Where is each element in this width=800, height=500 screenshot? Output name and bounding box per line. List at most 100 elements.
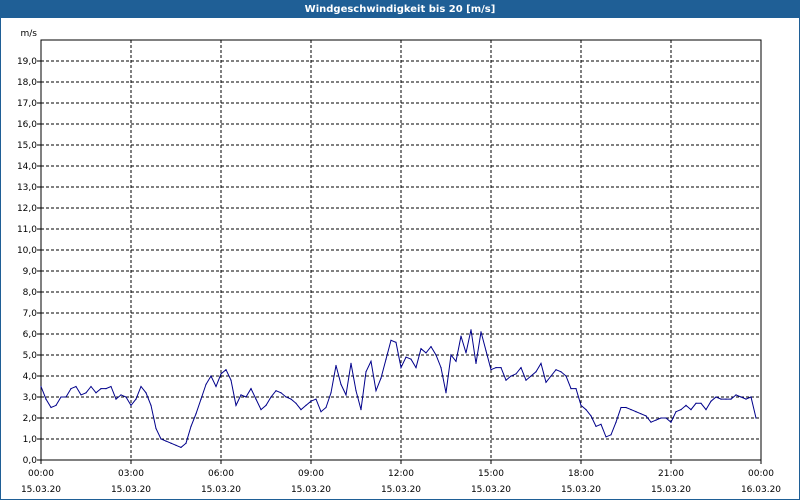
data-point xyxy=(590,415,592,417)
data-point xyxy=(55,404,57,406)
x-tick-time-label: 12:00 xyxy=(388,469,414,479)
data-point xyxy=(165,440,167,442)
y-tick-label: 18,0 xyxy=(17,78,37,88)
data-point xyxy=(120,394,122,396)
y-tick-label: 15,0 xyxy=(17,141,37,151)
data-point xyxy=(125,396,127,398)
x-tick-date-label: 15.03.20 xyxy=(21,485,61,495)
data-point xyxy=(575,388,577,390)
y-tick-label: 16,0 xyxy=(17,120,37,130)
y-tick-label: 14,0 xyxy=(17,162,37,172)
data-point xyxy=(450,354,452,356)
data-point xyxy=(755,417,757,419)
x-tick-date-label: 15.03.20 xyxy=(381,485,421,495)
y-tick-label: 1,0 xyxy=(23,435,38,445)
data-point xyxy=(70,388,72,390)
data-point xyxy=(395,341,397,343)
data-point xyxy=(40,385,42,388)
y-tick-label: 12,0 xyxy=(17,204,37,214)
data-point xyxy=(505,379,507,381)
data-point xyxy=(445,392,447,394)
data-point xyxy=(105,388,107,390)
data-point xyxy=(355,390,357,392)
data-point xyxy=(190,425,192,427)
data-point xyxy=(210,375,212,377)
data-point xyxy=(275,390,277,392)
data-point xyxy=(205,383,207,385)
data-point xyxy=(570,388,572,390)
data-point xyxy=(335,364,337,367)
data-point xyxy=(525,379,527,381)
data-point xyxy=(750,396,752,398)
y-tick-label: 4,0 xyxy=(23,372,38,382)
data-point xyxy=(650,421,652,423)
data-point xyxy=(625,406,627,409)
data-point xyxy=(170,442,172,444)
data-point xyxy=(145,392,147,394)
data-point xyxy=(700,402,702,404)
data-point xyxy=(685,404,687,406)
data-point xyxy=(415,367,417,369)
data-point xyxy=(515,373,517,375)
data-point xyxy=(680,409,682,411)
data-point xyxy=(255,398,257,400)
data-point xyxy=(200,398,202,400)
data-point xyxy=(315,398,317,400)
data-point xyxy=(735,394,737,396)
data-point xyxy=(230,379,232,381)
data-point xyxy=(605,436,607,438)
data-point xyxy=(730,398,732,400)
x-tick-date-label: 15.03.20 xyxy=(561,485,601,495)
data-point xyxy=(285,396,287,398)
data-point xyxy=(330,392,332,394)
y-axis-label: m/s xyxy=(21,29,38,39)
y-tick-label: 5,0 xyxy=(23,351,38,361)
data-point xyxy=(635,411,637,413)
x-tick-time-label: 09:00 xyxy=(298,469,324,479)
data-point xyxy=(380,377,382,379)
data-point xyxy=(85,392,87,394)
data-point xyxy=(290,398,292,400)
data-point xyxy=(45,398,47,400)
data-point xyxy=(95,392,97,394)
y-tick-label: 17,0 xyxy=(17,99,37,109)
x-tick-time-label: 06:00 xyxy=(208,469,234,479)
data-point xyxy=(300,409,302,411)
data-point xyxy=(250,388,252,390)
x-tick-date-label: 16.03.20 xyxy=(741,485,781,495)
data-point xyxy=(320,411,322,413)
data-point xyxy=(470,329,472,331)
data-point xyxy=(440,367,442,369)
data-point xyxy=(410,358,412,360)
data-point xyxy=(640,413,642,415)
data-point xyxy=(155,427,157,430)
data-point xyxy=(400,367,402,369)
y-tick-label: 0,0 xyxy=(23,456,38,466)
wind-speed-chart: 0,0 1,0 2,0 3,0 4,0 5,0 6,0 7,0 8,0 9,0 10,0 11,0 12… xyxy=(17,29,781,495)
data-point xyxy=(540,362,542,364)
data-point xyxy=(510,375,512,377)
x-tick-time-label: 03:00 xyxy=(118,469,144,479)
data-point xyxy=(75,385,77,388)
data-point xyxy=(350,362,352,364)
data-point xyxy=(665,417,667,419)
data-point xyxy=(560,371,562,373)
data-point xyxy=(345,394,347,396)
y-tick-label: 13,0 xyxy=(17,183,37,193)
data-point xyxy=(195,413,197,415)
data-point xyxy=(615,421,617,423)
chart-title: Windgeschwindigkeit bis 20 [m/s] xyxy=(1,1,799,18)
data-point xyxy=(710,400,712,402)
data-point xyxy=(175,444,177,446)
x-tick-time-label: 15:00 xyxy=(478,469,504,479)
data-point xyxy=(725,398,727,400)
data-point xyxy=(620,406,622,409)
data-point xyxy=(580,404,582,406)
data-point xyxy=(370,360,372,362)
data-point xyxy=(90,385,92,388)
data-point xyxy=(520,367,522,369)
chart-window: Windgeschwindigkeit bis 20 [m/s] 0,0 1,0 2… xyxy=(0,0,800,500)
data-point xyxy=(150,404,152,406)
data-point xyxy=(595,425,597,427)
data-point xyxy=(240,394,242,396)
